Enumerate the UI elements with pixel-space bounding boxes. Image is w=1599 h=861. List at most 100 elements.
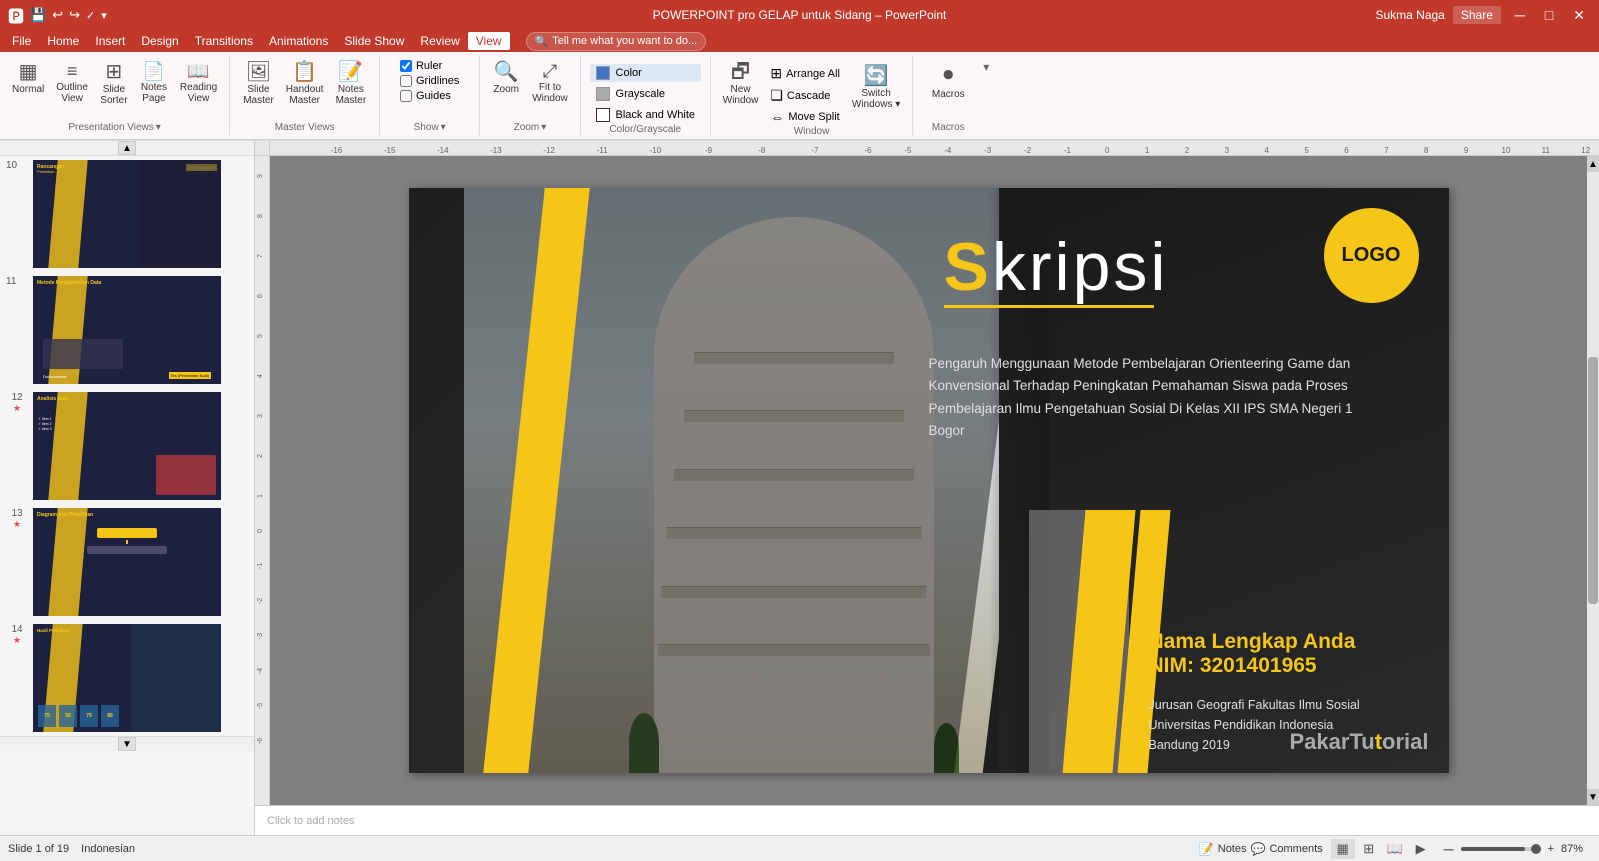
slide-background: LOGO Skripsi Pengaruh Mengguna [409,188,1449,773]
slide-panel[interactable]: ▲ 10 Rancangan Penelitian Pro Lapangan 1… [0,141,255,835]
scroll-thumb[interactable] [1588,357,1598,604]
student-name: Nama Lengkap Anda [1149,630,1356,654]
slide-sorter-status-btn[interactable]: ⊞ [1357,839,1381,859]
window-group-label: Window [794,126,830,139]
slide-preview-10: Rancangan Penelitian Pro Lapangan [33,160,221,268]
gridlines-checkbox[interactable]: Gridlines [400,75,459,87]
tell-me-bar[interactable]: 🔍 Tell me what you want to do... [526,32,707,51]
arrange-all-button[interactable]: ⊞ Arrange All [766,64,844,83]
menu-file[interactable]: File [4,32,39,50]
ruler-input[interactable] [400,60,412,72]
watermark-area: PakarTutorial [1290,729,1429,755]
slide-sorter-button[interactable]: ⊞ SlideSorter [96,60,132,108]
switch-windows-btn-container: 🔄 SwitchWindows ▾ [848,60,904,112]
zoom-control: ─ + 87% [1441,841,1591,857]
notes-status-label[interactable]: Notes [1218,843,1247,855]
notes-page-button[interactable]: 📄 NotesPage [136,60,172,106]
new-window-label: NewWindow [723,84,759,106]
notes-panel[interactable]: Click to add notes [255,805,1599,835]
comments-icon: 💬 [1251,842,1266,856]
qs-undo[interactable]: ↩ [52,7,63,23]
ruler-checkbox[interactable]: Ruler [400,60,459,72]
qs-redo[interactable]: ↪ [69,7,80,23]
zoom-plus-button[interactable]: + [1545,843,1557,855]
main-slide[interactable]: LOGO Skripsi Pengaruh Mengguna [409,188,1449,773]
slide-item-12[interactable]: 12 ★ Analisis Data ✓ Item 1 ✓ Item 2 ✓ I… [0,388,254,504]
notes-master-label: NotesMaster [336,84,367,106]
presentation-views-expand-icon[interactable]: ▾ [156,122,161,133]
close-button[interactable]: ✕ [1567,5,1591,26]
svg-text:-6: -6 [257,738,264,744]
macros-button[interactable]: ⏺ Macros [923,60,973,104]
title-bar: 🅿 💾 ↩ ↪ ✓ ▾ POWERPOINT pro GELAP untuk S… [0,0,1599,30]
menu-transitions[interactable]: Transitions [187,32,261,50]
move-split-button[interactable]: ⇔ Move Split [766,108,844,126]
ruler-corner [255,141,270,156]
zoom-minus-button[interactable]: ─ [1441,841,1457,857]
zoom-value[interactable]: 87% [1561,843,1591,855]
qs-save[interactable]: 💾 [30,7,46,23]
arrange-all-label: Arrange All [786,68,840,80]
qs-extra[interactable]: ▾ [101,9,107,22]
notes-master-button[interactable]: 📝 NotesMaster [332,60,371,108]
panel-scroll-down-button[interactable]: ▼ [118,737,136,751]
zoom-slider-thumb[interactable] [1531,844,1541,854]
panel-scroll-up-button[interactable]: ▲ [118,141,136,155]
menu-review[interactable]: Review [412,32,467,50]
guides-input[interactable] [400,90,412,102]
comments-label[interactable]: Comments [1269,843,1322,855]
menu-design[interactable]: Design [133,32,186,50]
qs-checkmark[interactable]: ✓ [86,9,95,22]
svg-text:-16: -16 [331,146,343,155]
slide-canvas-area[interactable]: LOGO Skripsi Pengaruh Mengguna [270,156,1587,805]
presentation-views-label: Presentation Views ▾ [68,122,160,135]
outline-view-button[interactable]: ≡ OutlineView [52,60,92,106]
menu-slideshow[interactable]: Slide Show [336,32,412,50]
guides-checkbox[interactable]: Guides [400,90,459,102]
zoom-slider[interactable] [1461,847,1541,851]
normal-view-button[interactable]: ▦ Normal [8,60,48,97]
menu-animations[interactable]: Animations [261,32,336,50]
vertical-scrollbar[interactable]: ▲ ▼ [1587,156,1599,805]
fit-to-window-button[interactable]: ⤢ Fit toWindow [528,60,572,106]
svg-text:-1: -1 [1064,146,1072,155]
black-and-white-button[interactable]: Black and White [590,106,701,124]
menu-insert[interactable]: Insert [87,32,133,50]
ribbon-group-zoom: 🔍 Zoom ⤢ Fit toWindow Zoom ▾ [480,56,581,135]
slide-item-11[interactable]: 11 Metode Pengumpulan Data Dokumentasi T… [0,272,254,388]
normal-view-status-btn[interactable]: ▦ [1331,839,1355,859]
zoom-button[interactable]: 🔍 Zoom [488,60,524,97]
menu-view[interactable]: View [468,32,510,50]
slide-item-14[interactable]: 14 ★ Hasil Penelitian 75 58 [0,620,254,736]
show-expand-icon[interactable]: ▾ [441,122,446,133]
slide-preview-14: Hasil Penelitian 75 58 79 [33,624,221,732]
svg-text:-5: -5 [257,703,264,709]
tell-me-text: Tell me what you want to do... [552,35,697,47]
grayscale-button[interactable]: Grayscale [590,85,701,103]
slide-item-13[interactable]: 13 ★ Diagram Alur Penelitian [0,504,254,620]
watermark-accent: t [1375,729,1382,754]
reading-view-status-btn[interactable]: 📖 [1383,839,1407,859]
menu-home[interactable]: Home [39,32,87,50]
macros-group-label: Macros [932,122,965,135]
minimize-button[interactable]: ─ [1509,5,1531,25]
svg-text:-4: -4 [257,668,264,674]
ribbon-expand-icon[interactable]: ▾ [983,60,989,74]
svg-text:6: 6 [1344,146,1349,155]
cascade-button[interactable]: ❏ Cascade [766,86,844,105]
reading-view-button[interactable]: 📖 ReadingView [176,60,221,106]
slide-item-10[interactable]: 10 Rancangan Penelitian Pro Lapangan [0,156,254,272]
zoom-expand-icon[interactable]: ▾ [541,122,546,133]
slide-master-button[interactable]: 🖼 SlideMaster [239,60,278,108]
scroll-up-button[interactable]: ▲ [1587,156,1599,172]
slideshow-status-btn[interactable]: ▶ [1409,839,1433,859]
new-window-button[interactable]: 🗗 NewWindow [719,60,763,108]
gridlines-input[interactable] [400,75,412,87]
switch-windows-button[interactable]: 🔄 SwitchWindows ▾ [848,64,904,112]
scroll-down-button[interactable]: ▼ [1587,789,1599,805]
share-button[interactable]: Share [1453,6,1501,24]
ribbon-group-show: Ruler Gridlines Guides Show ▾ [380,56,480,135]
maximize-button[interactable]: □ [1539,5,1559,25]
color-button[interactable]: Color [590,64,701,82]
handout-master-button[interactable]: 📋 HandoutMaster [282,60,328,108]
